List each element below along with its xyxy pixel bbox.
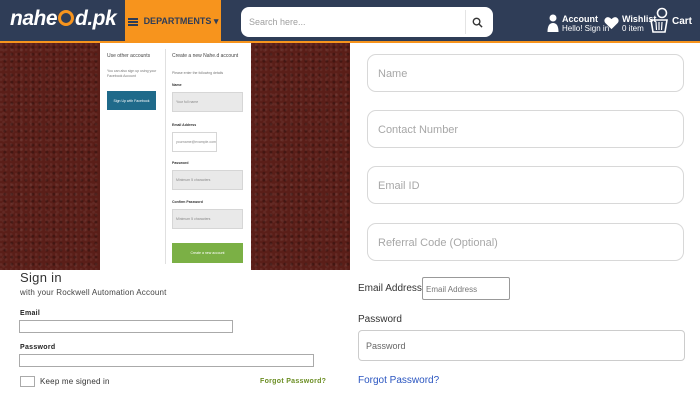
signin-password-input[interactable]: [19, 354, 314, 367]
facebook-signup-button[interactable]: Sign Up with Facebook: [107, 91, 156, 110]
search-bar: [241, 7, 493, 37]
contact-number-field: [367, 110, 684, 148]
collage-page: nahe d.pk DEPARTMENTS ▾ Account Hello! Si…: [0, 0, 700, 400]
create-account-hint: Please enter the following details: [172, 71, 224, 75]
modal-email-input[interactable]: yourname@example.com: [172, 132, 217, 152]
search-icon: [472, 17, 483, 28]
modal-name-label: Name: [172, 83, 182, 87]
signup-modal-screenshot: Use other accounts You can also sign up …: [0, 43, 350, 270]
email-id-field: [367, 166, 684, 204]
email-address-label: Email Address: [358, 283, 422, 294]
account-subtitle: Hello! Sign in: [562, 23, 610, 33]
create-account-button[interactable]: Create a new account: [172, 243, 243, 263]
signin-email-input[interactable]: [19, 320, 233, 333]
modal-email-label: Email Address: [172, 123, 197, 127]
password-field: [358, 330, 685, 361]
site-logo[interactable]: nahe d.pk: [10, 7, 117, 31]
signup-modal: Use other accounts You can also sign up …: [100, 43, 251, 270]
referral-code-input[interactable]: [378, 234, 668, 252]
departments-button[interactable]: DEPARTMENTS ▾: [125, 0, 221, 43]
signin-subtitle: with your Rockwell Automation Account: [20, 288, 167, 297]
cart-icon: [650, 7, 668, 33]
name-field: [367, 54, 684, 92]
account-text: Account Hello! Sign in: [562, 14, 609, 33]
modal-confirm-label: Confirm Password: [172, 200, 203, 204]
keep-signed-in-checkbox[interactable]: [20, 376, 35, 387]
signin-password-label: Password: [20, 344, 56, 351]
keep-signed-in-label: Keep me signed in: [40, 377, 110, 386]
other-accounts-heading: Use other accounts: [107, 53, 151, 59]
forgot-password-link[interactable]: Forgot Password?: [358, 375, 439, 386]
logo-text-right: d.pk: [75, 7, 117, 30]
create-account-heading: Create a new Nahe.d account: [172, 53, 239, 59]
hamburger-icon: [127, 17, 138, 26]
search-button[interactable]: [465, 10, 489, 34]
email-address-input[interactable]: [426, 282, 506, 296]
password-input[interactable]: [366, 339, 666, 353]
email-address-field: [422, 277, 510, 300]
modal-divider: [165, 49, 166, 264]
heart-icon: [604, 17, 619, 30]
email-id-input[interactable]: [378, 177, 668, 195]
cart-label: Cart: [672, 15, 693, 27]
logo-text-left: nahe: [10, 7, 58, 30]
password-label: Password: [358, 314, 402, 325]
name-input[interactable]: [378, 65, 668, 83]
modal-name-input[interactable]: Your full name: [172, 92, 243, 112]
signin-forgot-password-link[interactable]: Forgot Password?: [260, 378, 326, 385]
facebook-hint: You can also sign up using your Facebook…: [107, 69, 157, 78]
signin-title: Sign in: [20, 270, 62, 285]
cart-link[interactable]: Cart: [649, 5, 692, 37]
site-header: nahe d.pk DEPARTMENTS ▾ Account Hello! Si…: [0, 0, 700, 43]
user-icon: [547, 14, 559, 32]
modal-password-input[interactable]: Minimum 5 characters: [172, 170, 243, 190]
referral-code-field: [367, 223, 684, 261]
contact-number-input[interactable]: [378, 121, 668, 139]
signin-email-label: Email: [20, 310, 41, 317]
search-input[interactable]: [249, 13, 449, 31]
departments-label: DEPARTMENTS ▾: [143, 16, 219, 26]
modal-password-label: Password: [172, 161, 189, 165]
account-title: Account: [562, 13, 598, 24]
modal-confirm-input[interactable]: Minimum 5 characters: [172, 209, 243, 229]
account-link[interactable]: Account Hello! Sign in: [547, 10, 609, 36]
logo-o-icon: [58, 10, 75, 26]
